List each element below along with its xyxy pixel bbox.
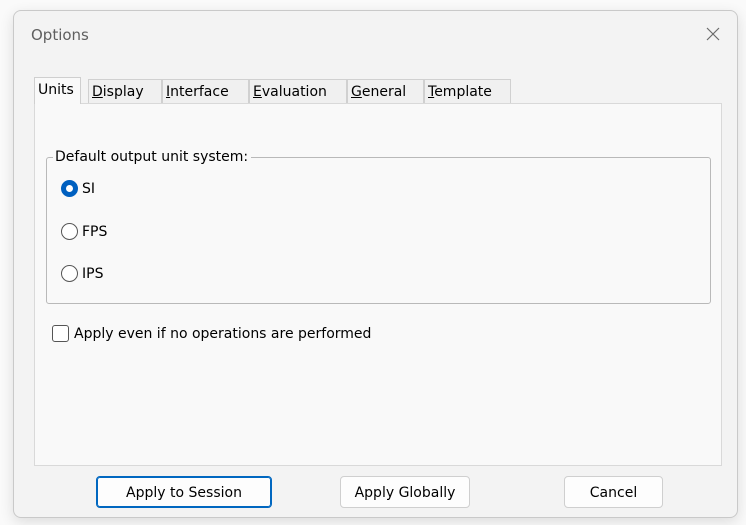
close-button[interactable] (697, 19, 729, 49)
tab-interface-label: nterface (170, 84, 229, 100)
tab-units-label: Units (38, 82, 74, 98)
tab-interface[interactable]: Interface (162, 79, 249, 103)
tab-general[interactable]: General (347, 79, 424, 103)
tab-template-label: emplate (434, 84, 492, 100)
radio-si-label: SI (82, 181, 96, 197)
tab-display[interactable]: Display (88, 79, 162, 103)
tab-display-mnemonic: D (92, 84, 103, 100)
tab-display-label: isplay (102, 84, 144, 100)
tab-general-mnemonic: G (351, 84, 362, 100)
tab-general-label: eneral (361, 84, 407, 100)
radio-ips-indicator[interactable] (61, 265, 78, 282)
apply-globally-button[interactable]: Apply Globally (340, 476, 470, 508)
apply-to-session-button[interactable]: Apply to Session (96, 476, 272, 508)
apply-checkbox-label: Apply even if no operations are performe… (74, 326, 372, 342)
tab-evaluation-mnemonic: E (253, 84, 262, 100)
units-tab-panel: Default output unit system: SI FPS IPS A… (34, 103, 722, 466)
tab-evaluation-label: valuation (261, 84, 327, 100)
apply-checkbox-box[interactable] (52, 325, 69, 342)
radio-si-indicator[interactable] (61, 180, 78, 197)
screen-background: Options Units Display Interface Evaluati… (0, 0, 746, 525)
tab-evaluation[interactable]: Evaluation (249, 79, 347, 103)
dialog-title: Options (31, 26, 89, 44)
unit-system-groupbox: Default output unit system: SI FPS IPS (46, 148, 711, 304)
cancel-button[interactable]: Cancel (564, 476, 663, 508)
title-bar: Options (14, 11, 737, 59)
radio-ips-label: IPS (82, 266, 104, 282)
unit-system-group-label: Default output unit system: (53, 148, 252, 166)
tab-template[interactable]: Template (424, 79, 511, 103)
options-dialog: Options Units Display Interface Evaluati… (13, 10, 738, 518)
tab-units[interactable]: Units (34, 77, 81, 104)
radio-fps-indicator[interactable] (61, 223, 78, 240)
close-icon (706, 27, 720, 41)
radio-fps-label: FPS (82, 224, 108, 240)
